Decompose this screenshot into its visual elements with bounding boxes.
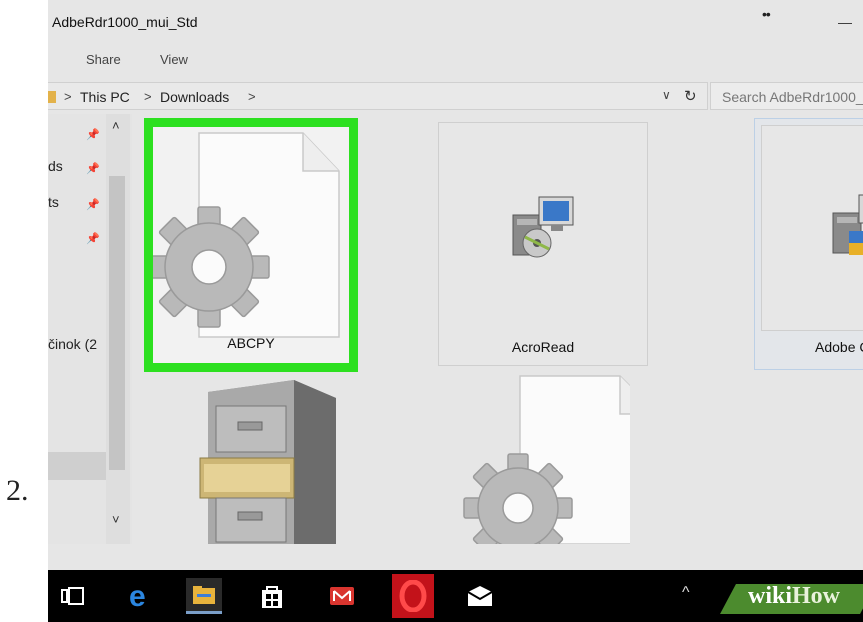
nav-selected-item[interactable] <box>48 452 106 480</box>
breadcrumb-this-pc[interactable]: This PC <box>80 89 130 105</box>
nav-item-downloads[interactable]: ds <box>48 158 63 174</box>
wikihow-logo: wikiHow <box>748 583 841 609</box>
minimize-button[interactable]: — <box>838 14 852 30</box>
file-tile-abcpy[interactable]: ABCPY <box>144 118 358 372</box>
installer-icon <box>512 196 574 258</box>
file-grid: ABCPY AcroRead Adobe <box>134 114 863 544</box>
pin-icon[interactable]: 📌 <box>86 232 100 245</box>
settings-file-icon <box>148 132 340 338</box>
tray-expand-icon[interactable]: ^ <box>682 584 690 602</box>
store-icon[interactable] <box>254 578 290 614</box>
title-bar: AdbeRdr1000_mui_Std •• — <box>48 0 863 40</box>
file-tile-adobe-cs3[interactable]: Adobe CS3 <box>754 118 863 370</box>
tab-view[interactable]: View <box>160 52 188 67</box>
titlebar-dots: •• <box>762 6 771 22</box>
breadcrumb-downloads[interactable]: Downloads <box>160 89 229 105</box>
file-explorer-icon[interactable] <box>186 578 222 614</box>
taskbar: e ^ wikiHow <box>48 570 863 622</box>
breadcrumb-separator: > <box>64 89 72 104</box>
ribbon: Share View <box>48 42 863 74</box>
navigation-pane: 📌 ds 📌 ts 📌 📌 činok (2 ˄ ˅ <box>48 114 132 544</box>
file-explorer-window: AdbeRdr1000_mui_Std •• — Share View > Th… <box>48 0 863 570</box>
filing-cabinet-icon <box>199 380 336 544</box>
step-number: 2. <box>6 474 29 507</box>
search-input[interactable]: Search AdbeRdr1000_mui_Std <box>710 82 863 110</box>
svg-text:e: e <box>129 581 146 611</box>
scroll-up-icon[interactable]: ˄ <box>112 118 120 133</box>
mail-envelope-icon[interactable] <box>462 578 498 614</box>
window-title: AdbeRdr1000_mui_Std <box>52 14 198 30</box>
folder-icon <box>48 91 56 103</box>
file-tile-acroread[interactable]: AcroRead <box>438 122 648 366</box>
breadcrumb-separator: > <box>144 89 152 104</box>
edge-icon[interactable]: e <box>122 578 158 614</box>
tab-share[interactable]: Share <box>86 52 121 67</box>
scroll-down-icon[interactable]: ˅ <box>112 512 120 527</box>
installer-icon <box>832 194 863 255</box>
settings-file-icon <box>463 375 630 544</box>
address-bar-row: > This PC > Downloads > ∨ ↻ Search AdbeR… <box>48 78 863 114</box>
mail-icon[interactable] <box>324 578 360 614</box>
address-dropdown-icon[interactable]: ∨ <box>662 88 671 102</box>
opera-icon[interactable] <box>392 574 434 618</box>
search-placeholder: Search AdbeRdr1000_mui_Std <box>722 89 863 105</box>
pin-icon[interactable]: 📌 <box>86 162 100 175</box>
file-name: ABCPY <box>227 335 275 351</box>
scrollbar-thumb[interactable] <box>109 176 125 470</box>
file-name: AcroRead <box>511 339 575 355</box>
nav-item-documents[interactable]: ts <box>48 194 59 210</box>
file-name: Adobe CS3 <box>815 339 863 355</box>
address-bar[interactable]: > This PC > Downloads > ∨ ↻ <box>48 82 708 110</box>
pin-icon[interactable]: 📌 <box>86 198 100 211</box>
pin-icon[interactable]: 📌 <box>86 128 100 141</box>
task-view-icon[interactable] <box>56 578 92 614</box>
nav-item-drive[interactable]: činok (2 <box>48 336 97 352</box>
refresh-icon[interactable]: ↻ <box>684 87 697 105</box>
breadcrumb-separator: > <box>248 89 256 104</box>
